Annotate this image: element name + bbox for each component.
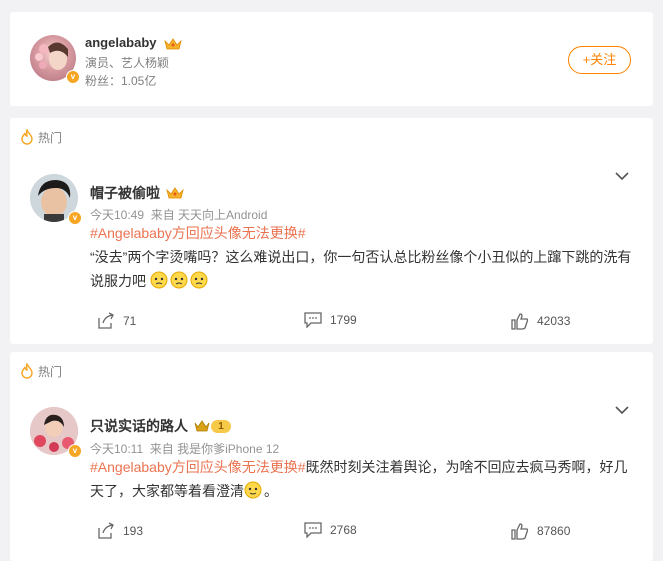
like-count: 42033	[537, 314, 571, 328]
like-icon	[511, 523, 529, 540]
like-count: 87860	[537, 524, 571, 538]
level-badge: 1	[194, 419, 231, 433]
topic-link[interactable]: #Angelababy方回应头像无法更换#	[90, 225, 306, 241]
hot-icon	[21, 129, 33, 145]
emoji-icon	[150, 271, 168, 289]
post-actions: 193 2768 87860	[10, 522, 653, 542]
hot-label: 热门	[20, 362, 62, 380]
hot-icon	[21, 363, 33, 379]
crown-icon	[164, 37, 182, 49]
share-button[interactable]: 193	[97, 522, 143, 540]
post-content: #Angelababy方回应头像无法更换#既然时刻关注着舆论，为啥不回应去疯马秀…	[90, 455, 635, 503]
follow-button[interactable]: +关注	[568, 46, 631, 74]
comment-count: 2768	[330, 523, 357, 537]
profile-card: v angelababy 演员、艺人杨颖 粉丝：1.05亿 +关注	[10, 12, 653, 106]
post-card: 热门 v 只说实话的路人 1 今天10:11 来自 我是你爹iPhone 12 …	[10, 352, 653, 561]
profile-name[interactable]: angelababy	[85, 35, 182, 51]
post-username[interactable]: 只说实话的路人 1	[90, 416, 231, 436]
comment-count: 1799	[330, 313, 357, 327]
chevron-down-icon[interactable]	[615, 406, 629, 415]
share-count: 71	[123, 314, 137, 328]
verified-badge-icon: v	[66, 70, 80, 84]
verified-badge-icon: v	[68, 211, 82, 225]
topic-link[interactable]: #Angelababy方回应头像无法更换#	[90, 459, 306, 475]
share-button[interactable]: 71	[97, 312, 136, 330]
like-button[interactable]: 87860	[511, 522, 570, 540]
crown-icon	[166, 187, 184, 199]
comment-icon	[304, 312, 322, 328]
post-actions: 71 1799 42033	[10, 312, 653, 332]
like-icon	[511, 313, 529, 330]
share-icon	[98, 312, 114, 329]
profile-fans-count: 粉丝：1.05亿	[85, 74, 157, 88]
post-username[interactable]: 帽子被偷啦	[90, 183, 184, 203]
hot-label: 热门	[20, 128, 62, 146]
profile-description: 演员、艺人杨颖	[85, 56, 170, 70]
crown-icon	[194, 419, 210, 431]
post-content: #Angelababy方回应头像无法更换# “没去”两个字烫嘴吗？这么难说出口，…	[90, 221, 635, 293]
verified-badge-icon: v	[68, 444, 82, 458]
emoji-icon	[244, 481, 262, 499]
comment-button[interactable]: 2768	[304, 522, 357, 538]
share-count: 193	[123, 524, 144, 538]
like-button[interactable]: 42033	[511, 312, 570, 330]
chevron-down-icon[interactable]	[615, 172, 629, 181]
emoji-icon	[190, 271, 208, 289]
post-card: 热门 v 帽子被偷啦 今天10:49 来自 天天向上Android #Angel…	[10, 118, 653, 344]
comment-icon	[304, 522, 322, 538]
share-icon	[98, 522, 114, 539]
emoji-icon	[170, 271, 188, 289]
post-text-end: 。	[264, 483, 278, 499]
comment-button[interactable]: 1799	[304, 312, 357, 328]
